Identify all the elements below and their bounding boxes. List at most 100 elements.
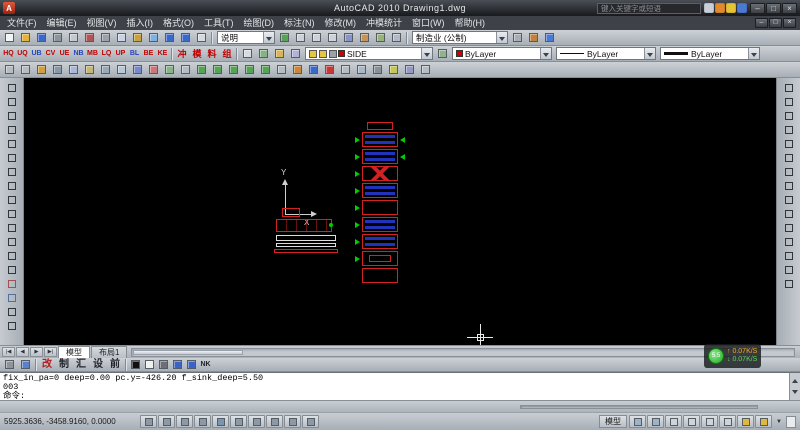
multiline-text-icon[interactable] <box>3 319 21 333</box>
scale-icon[interactable] <box>780 179 798 193</box>
zoom-previous-icon[interactable] <box>325 31 340 45</box>
die-tool-be-icon[interactable]: BE <box>142 47 155 61</box>
text-style-icon[interactable] <box>18 63 33 77</box>
menu-dimension[interactable]: 标注(N) <box>279 16 320 30</box>
construction-line-icon[interactable] <box>3 95 21 109</box>
osnap-toggle[interactable] <box>212 415 229 428</box>
die-tool-front-button[interactable]: 前 <box>107 358 123 371</box>
open-icon[interactable] <box>18 31 33 45</box>
menu-window[interactable]: 窗口(W) <box>407 16 450 30</box>
pan-status-icon[interactable] <box>665 415 683 428</box>
pan-icon[interactable] <box>277 31 292 45</box>
redraw-icon[interactable] <box>418 63 433 77</box>
zoom-realtime-icon[interactable] <box>293 31 308 45</box>
table-style-icon[interactable] <box>34 63 49 77</box>
ucs-world-icon[interactable] <box>290 63 305 77</box>
orbit-icon[interactable] <box>178 63 193 77</box>
osnap-node-icon[interactable] <box>242 63 257 77</box>
coordinates-readout[interactable]: 5925.3636, -3458.9160, 0.0000 <box>4 417 138 426</box>
osnap-endpoint-icon[interactable] <box>194 63 209 77</box>
xref-icon[interactable] <box>98 63 113 77</box>
extend-icon[interactable] <box>780 221 798 235</box>
die-tool-material-icon[interactable]: 料 <box>205 47 219 61</box>
lineweight-toggle[interactable] <box>284 415 301 428</box>
speed-monitor-overlay[interactable]: 5.5 ↑ 0.07K/S ↓ 0.07K/S <box>704 344 762 368</box>
gradient-icon[interactable] <box>3 291 21 305</box>
restore-button[interactable]: □ <box>766 2 781 14</box>
description-combo[interactable]: 说明 <box>217 31 275 44</box>
lineweight-combo[interactable]: ByLayer <box>660 47 760 60</box>
tab-model[interactable]: 模型 <box>58 346 90 358</box>
layer-combo[interactable]: SIDE <box>305 47 433 60</box>
status-menu-arrow[interactable]: ▼ <box>774 419 784 425</box>
search-go-icon[interactable] <box>704 3 714 13</box>
menu-draw[interactable]: 绘图(D) <box>239 16 280 30</box>
die-tool-collect-button[interactable]: 汇 <box>73 358 89 371</box>
copy-icon[interactable] <box>114 31 129 45</box>
die-tool-uq-icon[interactable]: UQ <box>16 47 29 61</box>
die-tool-nb-icon[interactable]: NB <box>72 47 85 61</box>
menu-file[interactable]: 文件(F) <box>2 16 42 30</box>
quick-view-layouts-icon[interactable] <box>629 415 647 428</box>
menu-insert[interactable]: 插入(I) <box>122 16 159 30</box>
ellipse-arc-icon[interactable] <box>3 221 21 235</box>
qnew-icon[interactable] <box>2 31 17 45</box>
die-tool-setup-button[interactable]: 设 <box>90 358 106 371</box>
chevron-down-icon[interactable] <box>748 48 759 59</box>
layer-states-manager-icon[interactable] <box>256 47 271 61</box>
copy-object-icon[interactable] <box>780 95 798 109</box>
viewport-icon[interactable] <box>146 63 161 77</box>
mirror-icon[interactable] <box>780 109 798 123</box>
layout-icon[interactable] <box>130 63 145 77</box>
die-tool-mold-icon[interactable]: 模 <box>190 47 204 61</box>
show-motion-icon[interactable] <box>719 415 737 428</box>
communication-center-icon[interactable] <box>715 3 725 13</box>
chevron-down-icon[interactable] <box>540 48 551 59</box>
osnap-quadrant-icon[interactable] <box>258 63 273 77</box>
match-properties-icon[interactable] <box>146 31 161 45</box>
polar-toggle[interactable] <box>194 415 211 428</box>
tab-next-button[interactable]: ▶ <box>30 347 43 357</box>
template-standard-combo[interactable]: 制造业 (公制) <box>412 31 508 44</box>
circle-icon[interactable] <box>3 165 21 179</box>
image-attach-icon[interactable] <box>114 63 129 77</box>
die-tool-modify-button[interactable]: 改 <box>39 358 55 371</box>
menu-view[interactable]: 视图(V) <box>82 16 122 30</box>
insert-block-icon[interactable] <box>3 235 21 249</box>
tab-prev-button[interactable]: ◀ <box>16 347 29 357</box>
grid-toggle[interactable] <box>158 415 175 428</box>
mdi-restore-button[interactable]: □ <box>769 18 782 28</box>
annotation-scale-icon[interactable] <box>737 415 755 428</box>
die-tool-ue-icon[interactable]: UE <box>58 47 71 61</box>
die-tool-ke-icon[interactable]: KE <box>156 47 169 61</box>
die-tool-hq-icon[interactable]: HQ <box>2 47 15 61</box>
die-tool-punch-icon[interactable]: 冲 <box>175 47 189 61</box>
swatch-blue1-icon[interactable] <box>171 358 184 372</box>
linetype-combo[interactable]: ByLayer <box>556 47 656 60</box>
dyn-toggle[interactable] <box>266 415 283 428</box>
publish-icon[interactable] <box>82 31 97 45</box>
draw-order-icon[interactable] <box>386 63 401 77</box>
erase-icon[interactable] <box>780 81 798 95</box>
tab-first-button[interactable]: |◀ <box>2 347 15 357</box>
line-icon[interactable] <box>3 81 21 95</box>
zoom-window-icon[interactable] <box>309 31 324 45</box>
save-icon[interactable] <box>34 31 49 45</box>
die-tool-cv-icon[interactable]: CV <box>44 47 57 61</box>
polygon-icon[interactable] <box>3 123 21 137</box>
clean-screen-button[interactable] <box>786 415 796 428</box>
die-tool-mb-icon[interactable]: MB <box>86 47 99 61</box>
swatch-blue2-icon[interactable] <box>185 358 198 372</box>
menu-die-stats[interactable]: 冲模统计 <box>361 16 407 30</box>
layer-properties-manager-icon[interactable] <box>240 47 255 61</box>
tab-last-button[interactable]: ▶| <box>44 347 57 357</box>
annotation-visibility-icon[interactable] <box>755 415 773 428</box>
plugin-tool-icon[interactable] <box>2 358 17 372</box>
minimize-button[interactable]: – <box>750 2 765 14</box>
make-block-icon[interactable] <box>3 249 21 263</box>
dim-style-icon[interactable] <box>2 63 17 77</box>
help-topic-icon[interactable] <box>542 31 557 45</box>
chevron-down-icon[interactable] <box>263 32 274 43</box>
redo-icon[interactable] <box>178 31 193 45</box>
die-tool-ub-icon[interactable]: UB <box>30 47 43 61</box>
